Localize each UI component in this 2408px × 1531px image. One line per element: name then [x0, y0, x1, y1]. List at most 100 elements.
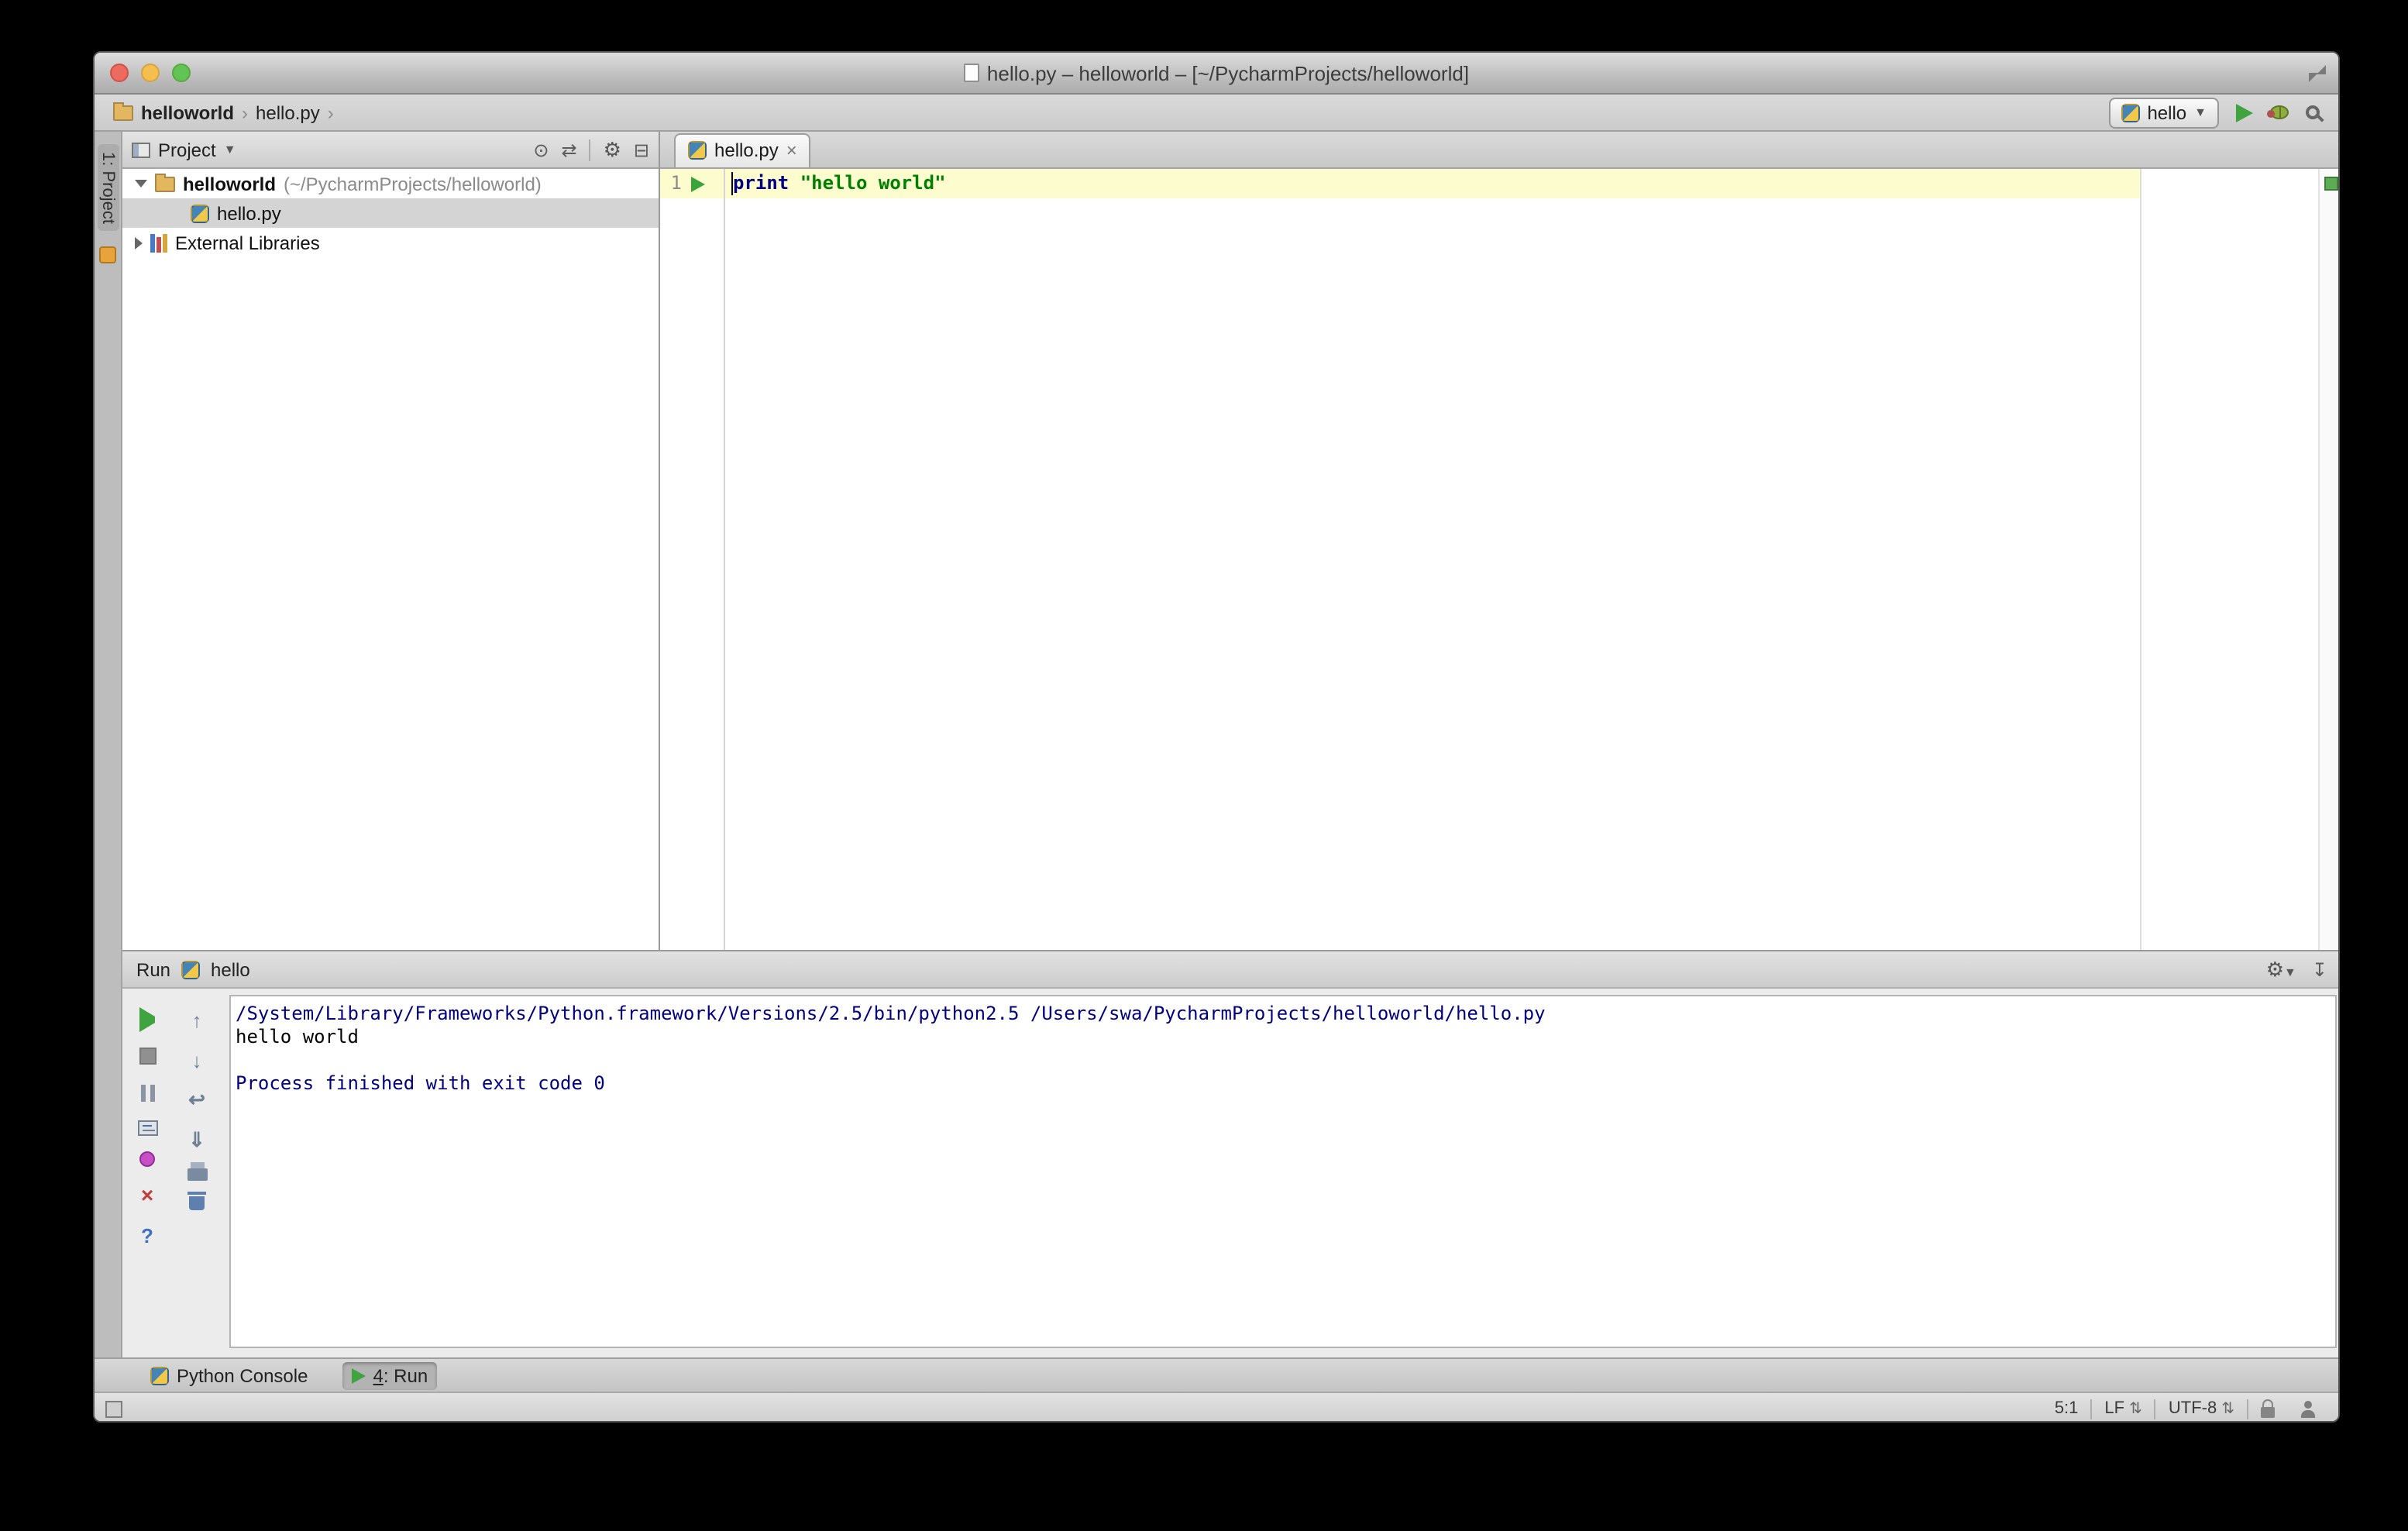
python-icon	[150, 1366, 169, 1385]
show-command-line-icon[interactable]	[137, 1120, 157, 1136]
python-file-icon	[191, 204, 209, 222]
run-toolbar-secondary: ↑ ↓ ↩ ⇓	[178, 989, 215, 1210]
project-panel-header: Project ▼ ⊙ ⇄ ⚙ ⊟	[122, 132, 659, 169]
breadcrumb-file[interactable]: hello.py	[256, 101, 320, 123]
python-file-icon	[688, 141, 707, 160]
run-panel-body: × ? ↑ ↓ ↩ ⇓ /System/Library/Frameworks/P…	[122, 989, 2338, 1357]
readonly-lock-widget[interactable]	[2248, 1399, 2287, 1418]
zoom-window-button[interactable]	[172, 64, 191, 82]
divider	[589, 139, 591, 160]
debug-button[interactable]	[2267, 105, 2289, 119]
lock-icon	[2261, 1399, 2275, 1418]
line-number: 1	[670, 172, 682, 194]
python-console-button[interactable]: Python Console	[141, 1361, 317, 1389]
gutter-separator	[724, 169, 725, 950]
tool-strip-icon[interactable]	[99, 246, 116, 264]
line-separator-value: LF	[2104, 1399, 2125, 1418]
folder-icon	[113, 101, 133, 120]
run-button[interactable]	[2236, 103, 2253, 122]
settings-gear-icon[interactable]: ⚙▼	[2266, 959, 2296, 979]
run-toolbar-primary: × ?	[129, 989, 166, 1247]
code-string: "hello world"	[800, 172, 946, 194]
tree-external-label: External Libraries	[175, 232, 320, 253]
run-configuration-select[interactable]: hello ▼	[2108, 97, 2219, 128]
highlighting-level-widget[interactable]	[2287, 1400, 2329, 1417]
close-window-button[interactable]	[110, 64, 129, 82]
chevron-down-icon: ▼	[2194, 105, 2207, 119]
collapsed-arrow-icon[interactable]	[135, 236, 143, 249]
minimize-window-button[interactable]	[141, 64, 160, 82]
toolwindow-toggle-icon[interactable]	[105, 1400, 122, 1417]
hide-panel-icon[interactable]: ⊟	[634, 140, 649, 159]
scroll-from-source-icon[interactable]: ⊙	[533, 140, 549, 159]
project-tree: helloworld (~/PycharmProjects/helloworld…	[122, 169, 659, 257]
soft-wraps-button[interactable]: ↩	[188, 1088, 205, 1113]
editor-tab-hello-py[interactable]: hello.py ×	[674, 133, 811, 167]
titlebar[interactable]: hello.py – helloworld – [~/PycharmProjec…	[95, 53, 2338, 95]
tree-row-root[interactable]: helloworld (~/PycharmProjects/helloworld…	[122, 169, 659, 198]
run-tool-window-header[interactable]: Run hello ⚙▼ ↧	[122, 951, 2338, 989]
run-configuration-label: hello	[2147, 101, 2187, 123]
run-console-output[interactable]: /System/Library/Frameworks/Python.framew…	[229, 995, 2337, 1348]
right-margin-guide	[2140, 169, 2141, 950]
python-icon	[2121, 103, 2140, 122]
editor-tab-bar: hello.py ×	[660, 132, 2338, 169]
hide-panel-icon[interactable]: ↧	[2312, 960, 2327, 979]
desktop: hello.py – helloworld – [~/PycharmProjec…	[0, 0, 2408, 1531]
python-prompt-icon[interactable]	[139, 1151, 155, 1167]
sync-icon[interactable]: ⇄	[561, 140, 576, 159]
window-title: hello.py – helloworld – [~/PycharmProjec…	[986, 61, 1470, 84]
breadcrumb: helloworld › hello.py ›	[95, 101, 334, 123]
pause-output-button[interactable]	[140, 1080, 154, 1105]
encoding-widget[interactable]: UTF-8 ⇅	[2156, 1399, 2247, 1418]
encoding-value: UTF-8	[2168, 1399, 2217, 1418]
libraries-icon	[150, 233, 167, 252]
editor-area: hello.py × 1 print "hello world"	[660, 132, 2338, 950]
editor-tab-label: hello.py	[714, 139, 779, 161]
run-panel-config: hello	[211, 958, 250, 980]
run-icon	[351, 1368, 366, 1383]
help-button[interactable]: ?	[141, 1223, 153, 1247]
inspection-ok-indicator[interactable]	[2324, 177, 2338, 191]
window-controls	[110, 64, 191, 82]
tree-row-external-libraries[interactable]: External Libraries	[122, 228, 659, 257]
close-tab-button[interactable]: ×	[141, 1182, 153, 1207]
console-stdout-line: hello world	[236, 1026, 359, 1048]
inspections-profile-icon	[2300, 1400, 2317, 1417]
code-keyword: print	[733, 172, 789, 194]
breadcrumb-project[interactable]: helloworld	[141, 101, 234, 123]
error-stripe	[2318, 169, 2338, 950]
settings-gear-icon[interactable]: ⚙	[604, 139, 621, 160]
prev-occurrence-button[interactable]: ↑	[192, 1007, 202, 1032]
project-view-select[interactable]: Project	[158, 139, 216, 160]
updown-arrow-icon: ⇅	[2129, 1400, 2142, 1417]
project-panel: Project ▼ ⊙ ⇄ ⚙ ⊟ helloworld (~/PycharmP…	[122, 132, 660, 950]
scroll-to-end-button[interactable]: ⇓	[188, 1128, 205, 1153]
print-icon[interactable]	[187, 1162, 207, 1181]
clear-all-icon[interactable]	[187, 1192, 206, 1210]
code-editor[interactable]: 1 print "hello world"	[660, 169, 2338, 950]
run-tab-label: 4: Run	[373, 1364, 428, 1386]
tree-file-name: hello.py	[217, 202, 281, 224]
run-tool-window-button[interactable]: 4: Run	[342, 1361, 438, 1389]
ide-window: hello.py – helloworld – [~/PycharmProjec…	[93, 51, 2340, 1423]
close-tab-icon[interactable]: ×	[786, 141, 797, 160]
python-console-label: Python Console	[177, 1364, 308, 1386]
tree-root-name: helloworld	[183, 173, 276, 194]
python-icon	[181, 960, 201, 979]
status-bar: 5:1 LF ⇅ UTF-8 ⇅	[95, 1392, 2338, 1421]
resize-icon[interactable]	[2309, 65, 2326, 82]
next-occurrence-button[interactable]: ↓	[192, 1048, 202, 1072]
project-tool-window-button[interactable]: 1: Project	[97, 144, 119, 232]
search-icon[interactable]	[2306, 105, 2320, 119]
document-icon	[963, 64, 979, 82]
run-line-marker-icon[interactable]	[691, 177, 705, 192]
tree-root-path: (~/PycharmProjects/helloworld)	[284, 173, 542, 194]
rerun-button[interactable]	[139, 1007, 155, 1032]
caret-position-widget[interactable]: 5:1	[2042, 1399, 2091, 1418]
tree-row-file[interactable]: hello.py	[122, 198, 659, 228]
stop-button[interactable]	[139, 1048, 156, 1065]
line-separator-widget[interactable]: LF ⇅	[2092, 1399, 2154, 1418]
expanded-arrow-icon[interactable]	[135, 180, 147, 188]
